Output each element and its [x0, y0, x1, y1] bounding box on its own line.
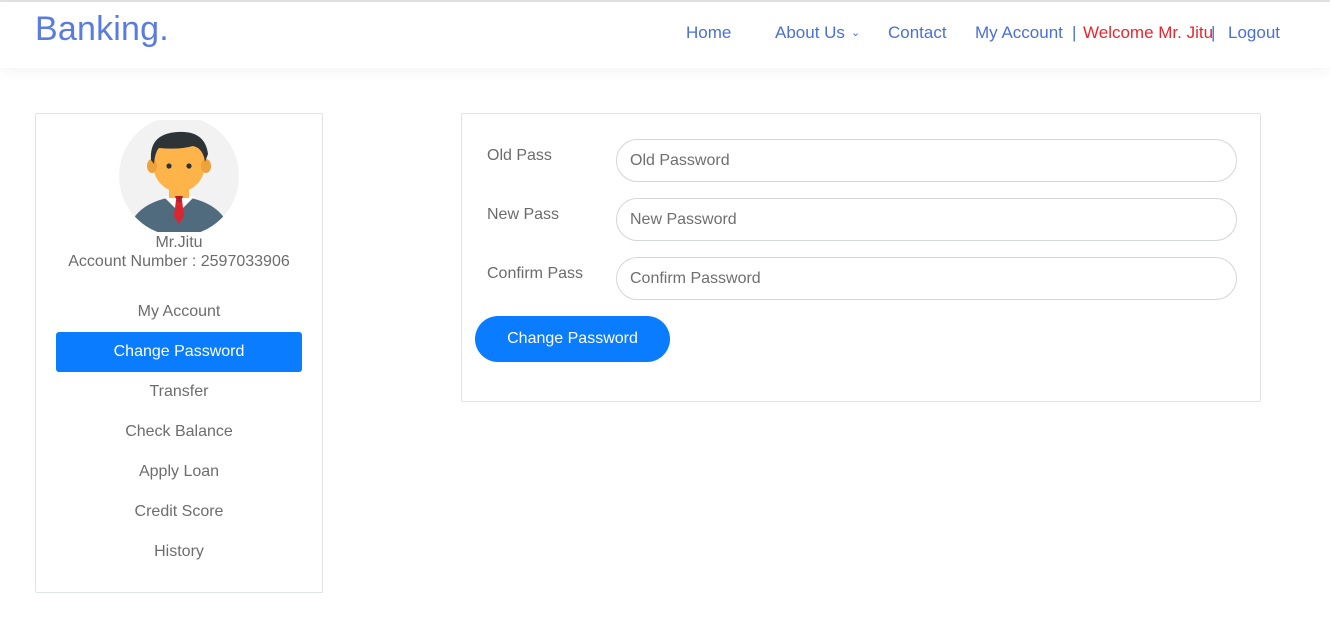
new-password-label: New Pass: [487, 206, 560, 223]
nav-home[interactable]: Home: [686, 23, 731, 43]
sidebar-item-history[interactable]: History: [56, 532, 302, 572]
new-password-input[interactable]: [616, 198, 1237, 241]
confirm-password-input[interactable]: [616, 257, 1237, 300]
old-password-input[interactable]: [616, 139, 1237, 182]
nav-about-us-label: About Us: [775, 23, 845, 42]
account-number: Account Number : 2597033906: [68, 253, 290, 270]
nav-separator: |: [1211, 23, 1216, 42]
chevron-down-icon: ⌄: [850, 27, 861, 39]
new-password-row: New Pass: [462, 198, 1260, 242]
sidebar-item-transfer[interactable]: Transfer: [56, 372, 302, 412]
user-avatar-icon: [119, 116, 239, 236]
user-name: Mr.Jitu: [155, 234, 203, 251]
nav-separator: |: [1072, 23, 1077, 42]
sidebar-menu: My Account Change Password Transfer Chec…: [56, 292, 302, 572]
confirm-password-label: Confirm Pass: [487, 265, 584, 282]
sidebar-item-change-password[interactable]: Change Password: [56, 332, 302, 372]
confirm-password-row: Confirm Pass: [462, 257, 1260, 301]
top-navbar: Banking. Home About Us ⌄ Contact My Accou…: [0, 2, 1330, 68]
sidebar-item-credit-score[interactable]: Credit Score: [56, 492, 302, 532]
main-nav: Home About Us ⌄ Contact My Account | Welc…: [0, 23, 1330, 47]
sidebar-item-apply-loan[interactable]: Apply Loan: [56, 452, 302, 492]
account-sidebar: Mr.Jitu Account Number : 2597033906 My A…: [35, 113, 323, 593]
sidebar-item-check-balance[interactable]: Check Balance: [56, 412, 302, 452]
nav-contact[interactable]: Contact: [888, 23, 947, 43]
nav-about-us[interactable]: About Us ⌄: [775, 23, 860, 43]
welcome-text: Welcome Mr. Jitu: [1083, 23, 1214, 42]
old-password-row: Old Pass: [462, 139, 1260, 183]
old-password-label: Old Pass: [487, 147, 552, 164]
sidebar-item-my-account[interactable]: My Account: [56, 292, 302, 332]
change-password-form: Old Pass New Pass Confirm Pass Change Pa…: [461, 113, 1261, 402]
nav-logout[interactable]: Logout: [1228, 23, 1280, 43]
nav-my-account[interactable]: My Account: [975, 23, 1063, 43]
change-password-button[interactable]: Change Password: [475, 316, 670, 362]
